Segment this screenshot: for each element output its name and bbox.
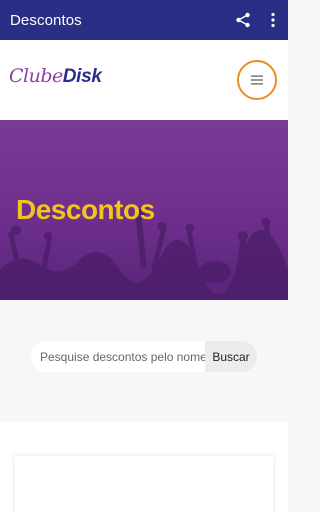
app-bar: Descontos: [0, 0, 288, 40]
site-header: ClubeDisk: [0, 40, 288, 120]
share-button[interactable]: [228, 0, 258, 40]
search-button[interactable]: Buscar: [205, 341, 257, 372]
logo-text-disk: Disk: [62, 66, 102, 87]
search-section: Buscar: [0, 300, 288, 422]
logo-text-clube: Clube: [9, 65, 63, 87]
hero-title: Descontos: [16, 194, 155, 225]
discount-card[interactable]: [15, 456, 273, 512]
search-input[interactable]: [31, 341, 205, 372]
share-icon: [236, 12, 250, 28]
search-bar: Buscar: [31, 341, 257, 372]
app-bar-title: Descontos: [10, 11, 82, 29]
discounts-list-section: [0, 422, 288, 512]
more-options-button[interactable]: [258, 0, 288, 40]
menu-button[interactable]: [237, 60, 277, 100]
hamburger-menu-icon: [251, 75, 263, 85]
more-vert-icon: [271, 12, 275, 28]
clubedisk-logo[interactable]: ClubeDisk: [9, 65, 102, 88]
hero-banner: Descontos: [0, 120, 288, 300]
